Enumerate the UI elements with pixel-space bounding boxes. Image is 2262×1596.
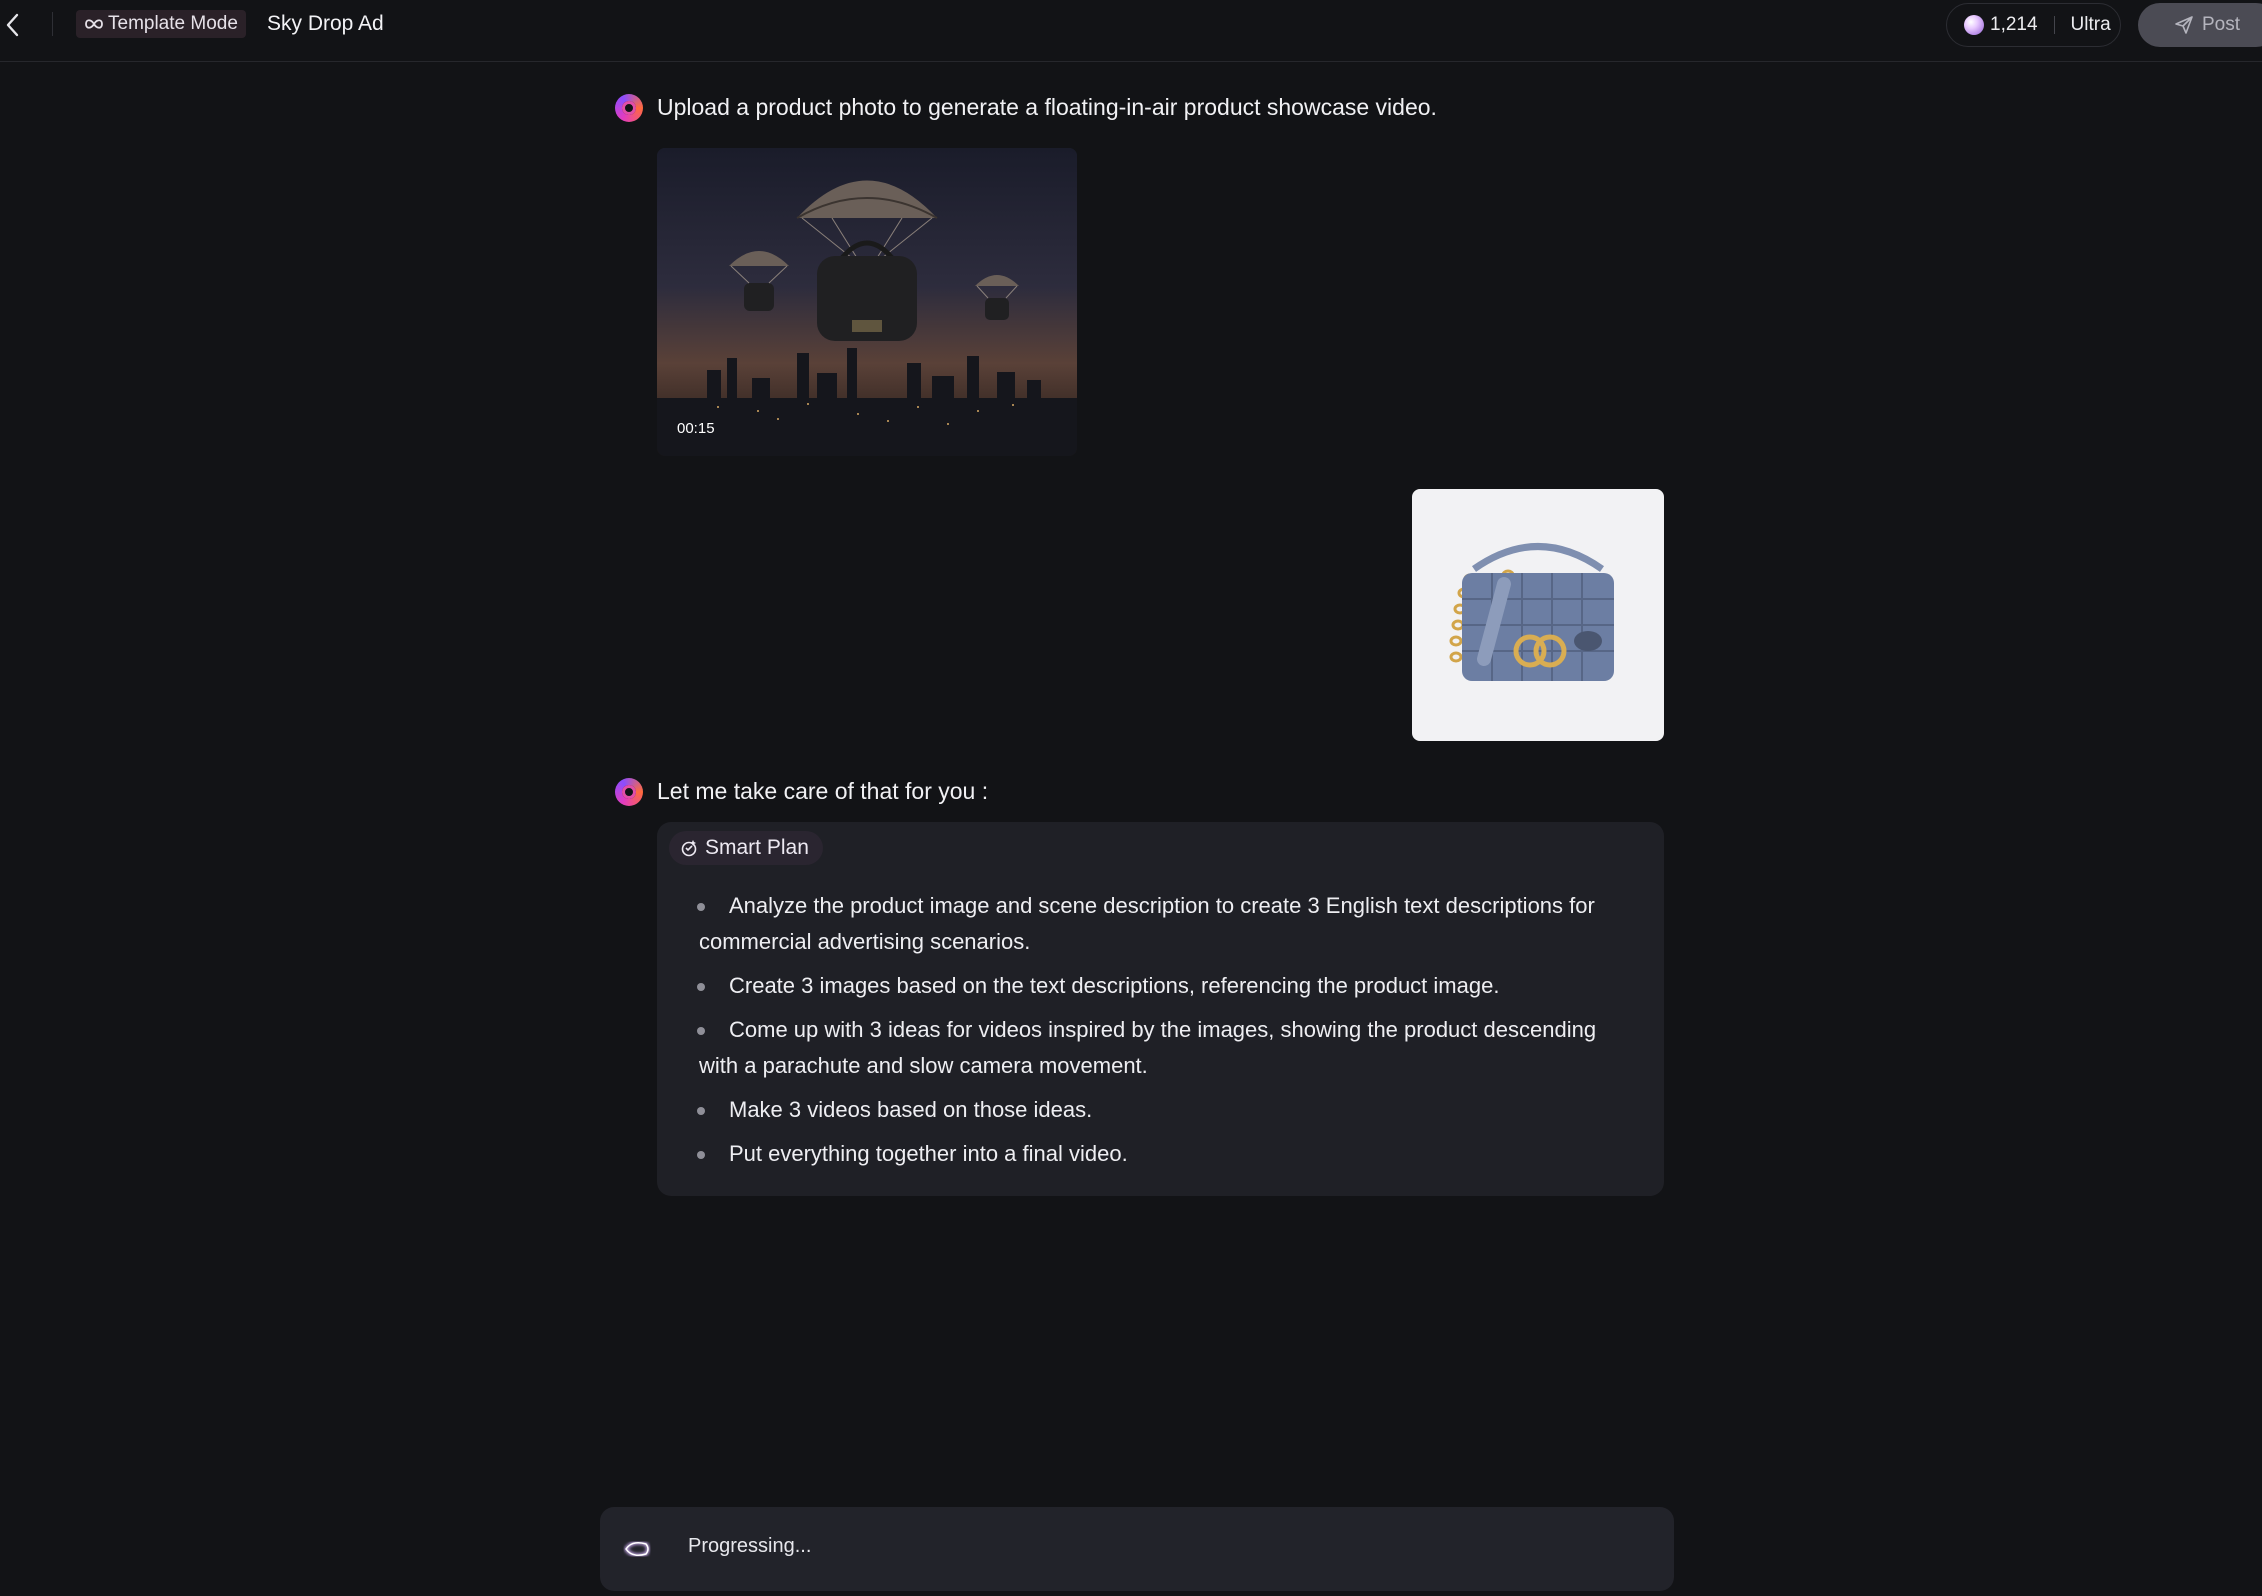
assistant-intro-message: Upload a product photo to generate a flo…	[657, 94, 1437, 120]
send-icon	[2175, 16, 2193, 34]
gem-icon	[1964, 15, 1984, 35]
example-video-thumbnail[interactable]: 00:15	[657, 148, 1077, 456]
assistant-reply-message: Let me take care of that for you :	[657, 778, 989, 804]
plan-step: Make 3 videos based on those ideas.	[697, 1092, 1629, 1128]
credits-divider	[2053, 16, 2055, 34]
credits-pill[interactable]: 1,214 Ultra	[1946, 3, 2121, 47]
smart-plan-icon	[681, 840, 697, 857]
spinner-icon	[624, 1541, 650, 1557]
parachute-bag-scene	[657, 148, 1077, 456]
assistant-avatar-icon	[615, 94, 643, 122]
plan-step: Create 3 images based on the text descri…	[697, 968, 1629, 1004]
progress-status-text: Progressing...	[688, 1535, 812, 1557]
credits-count: 1,214	[1990, 14, 2038, 35]
assistant-avatar-icon	[615, 778, 643, 806]
plan-steps-list: Analyze the product image and scene desc…	[697, 888, 1629, 1180]
video-duration: 00:15	[677, 420, 715, 437]
plan-step: Analyze the product image and scene desc…	[697, 888, 1629, 960]
plan-tier: Ultra	[2070, 14, 2111, 35]
uploaded-product-image[interactable]	[1412, 489, 1664, 741]
handbag-product-photo	[1449, 543, 1614, 681]
template-mode-label: Template Mode	[108, 13, 238, 34]
smart-plan-card: Smart Plan Analyze the product image and…	[657, 822, 1664, 1196]
top-bar: Template Mode Sky Drop Ad 1,214 Ultra Po…	[0, 0, 2262, 62]
header-divider	[52, 12, 53, 36]
back-button[interactable]	[0, 10, 26, 40]
project-title: Sky Drop Ad	[267, 12, 384, 35]
plan-step: Put everything together into a final vid…	[697, 1136, 1629, 1172]
post-button[interactable]: Post	[2138, 3, 2262, 47]
chevron-left-icon	[6, 13, 19, 37]
template-mode-badge[interactable]: Template Mode	[76, 10, 246, 38]
infinity-icon	[85, 19, 103, 29]
progress-status-bar: Progressing...	[600, 1507, 1674, 1591]
smart-plan-title: Smart Plan	[705, 836, 809, 859]
smart-plan-badge: Smart Plan	[669, 831, 823, 865]
post-label: Post	[2202, 14, 2241, 35]
plan-step: Come up with 3 ideas for videos inspired…	[697, 1012, 1629, 1084]
